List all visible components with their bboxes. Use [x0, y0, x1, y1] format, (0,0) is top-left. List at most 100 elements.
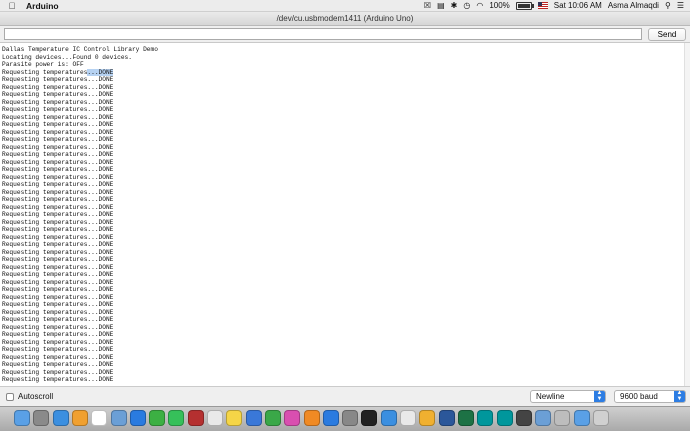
- output-line: Requesting temperatures...DONE: [2, 143, 114, 151]
- word-icon[interactable]: [438, 410, 455, 426]
- output-line-text: Requesting temperatures: [2, 68, 88, 76]
- output-line: Requesting temperatures...DONE: [2, 331, 114, 338]
- user-name[interactable]: Asma Almaqdi: [608, 1, 659, 10]
- menubar-status: ☒ ▤ ✱ ◷ ◠ 100% Sat 10:06 AM Asma Almaqdi…: [424, 1, 690, 10]
- serial-input[interactable]: [4, 28, 642, 40]
- output-line: Requesting temperatures...DONE: [2, 353, 114, 361]
- battery-icon[interactable]: [515, 1, 534, 10]
- output-line: Requesting temperatures...DONE: [2, 121, 114, 128]
- output-line: Requesting temperatures...DONE: [2, 301, 114, 308]
- safari-icon[interactable]: [52, 410, 69, 426]
- output-line: Requesting temperatures...DONE: [2, 106, 114, 113]
- send-button[interactable]: Send: [648, 28, 686, 41]
- preview2-icon[interactable]: [535, 410, 552, 426]
- notes-icon[interactable]: [226, 410, 243, 426]
- arduino-icon[interactable]: [477, 410, 494, 426]
- notification-center-icon[interactable]: ☰: [677, 1, 684, 10]
- other-icon[interactable]: [515, 410, 532, 426]
- output-line: Requesting temperatures...DONE: [2, 316, 114, 323]
- sound-icon[interactable]: ▤: [437, 1, 445, 10]
- trash-icon[interactable]: [593, 410, 609, 426]
- output-line: Parasite power is: OFF: [2, 61, 84, 68]
- numbers-icon[interactable]: [264, 410, 281, 426]
- baud-rate-select[interactable]: 9600 baud ▲ ▼: [614, 390, 686, 403]
- output-line: Requesting temperatures...DONE: [2, 83, 114, 91]
- excel-icon[interactable]: [457, 410, 474, 426]
- output-line: Locating devices...Found 0 devices.: [2, 53, 132, 61]
- output-line: Requesting temperatures...DONE: [2, 233, 114, 241]
- menubar:  Arduino ☒ ▤ ✱ ◷ ◠ 100% Sat 10:06 AM As…: [0, 0, 690, 12]
- finder-icon[interactable]: [14, 410, 30, 426]
- output-line: Requesting temperatures...DONE: [2, 338, 114, 346]
- output-line: Requesting temperatures...DONE: [2, 203, 114, 211]
- wifi-icon[interactable]: ◠: [476, 1, 483, 10]
- bottom-bar: Autoscroll Newline ▲ ▼ 9600 baud ▲ ▼: [0, 386, 690, 406]
- launchpad-icon[interactable]: [33, 410, 50, 426]
- output-line: Requesting temperatures...DONE: [2, 98, 114, 106]
- baud-rate-value: 9600 baud: [620, 392, 658, 401]
- arduino2-icon[interactable]: [496, 410, 513, 426]
- output-line: Dallas Temperature IC Control Library De…: [2, 46, 158, 53]
- output-line: Requesting temperatures...DONE: [2, 368, 114, 376]
- itunes-icon[interactable]: [284, 410, 301, 426]
- dock: [0, 406, 690, 431]
- output-line: Requesting temperatures...DONE: [2, 241, 114, 248]
- output-scrollbar[interactable]: [684, 43, 690, 386]
- ibooks-icon[interactable]: [303, 410, 320, 426]
- autoscroll-checkbox[interactable]: [6, 392, 14, 401]
- output-line: Requesting temperatures...DONE: [2, 196, 114, 203]
- calendar-icon[interactable]: [91, 410, 108, 426]
- autoscroll-toggle[interactable]: Autoscroll: [6, 392, 53, 401]
- output-line: Requesting temperatures...DONE: [2, 263, 114, 271]
- line-ending-select[interactable]: Newline ▲ ▼: [530, 390, 606, 403]
- output-line: Requesting temperatures...DONE: [2, 181, 114, 188]
- preview-icon[interactable]: [110, 410, 127, 426]
- downloads-icon[interactable]: [554, 410, 571, 426]
- appstore2-icon[interactable]: [322, 410, 339, 426]
- keynote-icon[interactable]: [245, 410, 262, 426]
- line-ending-value: Newline: [536, 392, 565, 401]
- autoscroll-label: Autoscroll: [18, 392, 54, 401]
- chrome2-icon[interactable]: [400, 410, 416, 426]
- timer-icon[interactable]: ◷: [463, 1, 470, 10]
- output-line: Requesting temperatures...DONE: [2, 226, 114, 233]
- chevron-updown-icon: ▲ ▼: [674, 390, 685, 402]
- window-title-bar[interactable]: /dev/cu.usbmodem1411 (Arduino Uno): [0, 12, 690, 26]
- battery-percent[interactable]: 100%: [489, 1, 509, 10]
- serial-input-row: Send: [0, 26, 690, 43]
- bluetooth-icon[interactable]: ✱: [451, 1, 458, 10]
- output-line: Requesting temperatures...DONE: [2, 188, 114, 196]
- window-title: /dev/cu.usbmodem1411 (Arduino Uno): [276, 14, 414, 23]
- clock[interactable]: Sat 10:06 AM: [554, 1, 602, 10]
- photo-booth-icon[interactable]: [187, 410, 204, 426]
- spotlight-search-icon[interactable]: ⚲: [665, 1, 671, 10]
- app-store-icon[interactable]: [129, 410, 146, 426]
- chrome-icon[interactable]: [207, 410, 223, 426]
- output-line: Requesting temperatures...DONE: [2, 158, 114, 166]
- output-line: Requesting temperatures...DONE: [2, 248, 114, 256]
- photos-icon[interactable]: [71, 410, 88, 426]
- output-line: Requesting temperatures...DONE: [2, 346, 114, 353]
- output-line: Requesting temperatures...DONE: [2, 166, 114, 173]
- output-line: Requesting temperatures...DONE: [2, 151, 114, 158]
- selected-text: ...DONE: [87, 68, 114, 76]
- us-flag-icon[interactable]: [537, 2, 548, 9]
- app-name-menu[interactable]: Arduino: [26, 1, 59, 11]
- system-preferences-icon[interactable]: [342, 410, 359, 426]
- terminal-icon[interactable]: [361, 410, 378, 426]
- safari2-icon[interactable]: [380, 410, 397, 426]
- close-box-icon[interactable]: ☒: [424, 1, 431, 10]
- folder-icon[interactable]: [573, 410, 590, 426]
- messages-icon[interactable]: [168, 410, 185, 426]
- output-line: Requesting temperatures...DONE: [2, 113, 114, 121]
- apple-icon[interactable]: : [6, 1, 18, 11]
- facetime-icon[interactable]: [149, 410, 166, 426]
- output-line: Requesting temperatures...DONE: [2, 173, 114, 181]
- serial-output[interactable]: Dallas Temperature IC Control Library De…: [0, 43, 690, 386]
- output-line: Requesting temperatures...DONE: [2, 323, 114, 331]
- sketch-icon[interactable]: [419, 410, 436, 426]
- output-line: Requesting temperatures...DONE: [2, 76, 114, 83]
- output-line: Requesting temperatures...DONE: [2, 293, 114, 301]
- output-line: Requesting temperatures...DONE: [2, 128, 114, 136]
- chevron-updown-icon: ▲ ▼: [594, 390, 605, 402]
